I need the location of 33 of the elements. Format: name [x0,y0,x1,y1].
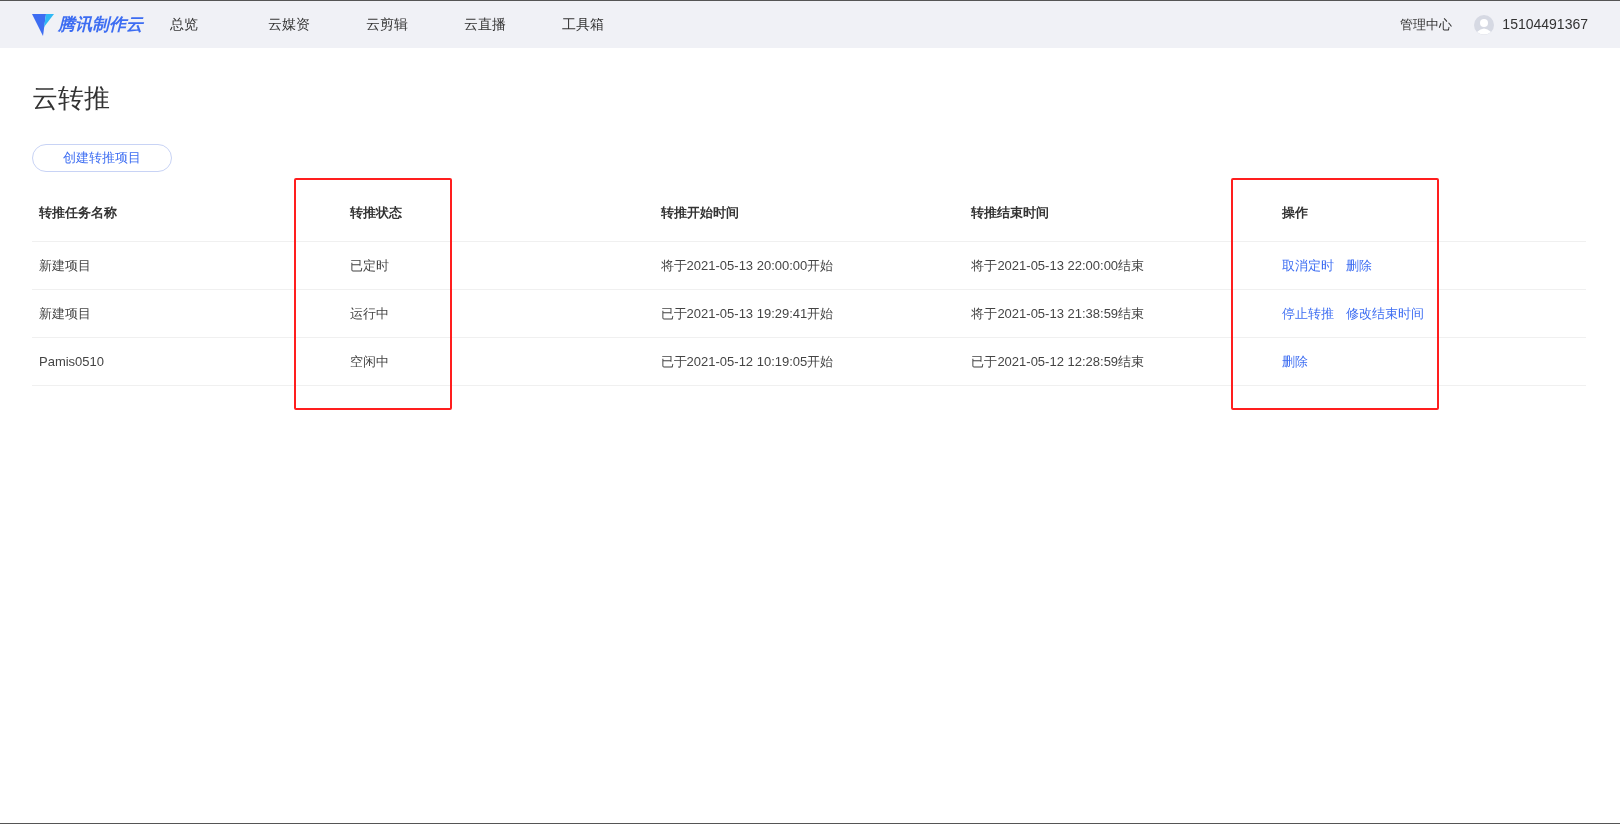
action-link[interactable]: 修改结束时间 [1346,303,1425,324]
column-header: 转推任务名称 [39,203,117,222]
column-header: 转推结束时间 [971,203,1050,222]
table-cell-text: 已于2021-05-13 19:29:41开始 [660,304,834,323]
table-cell-text: 运行中 [349,304,389,323]
table-cell-text: 空闲中 [349,352,389,371]
action-link[interactable]: 取消定时 [1282,255,1335,276]
nav-link[interactable]: 总览 [170,14,268,35]
avatar-icon[interactable] [1474,14,1495,35]
table-cell-text: 将于2021-05-13 21:38:59结束 [971,304,1145,323]
nav-link[interactable]: 工具箱 [562,14,660,35]
column-header: 操作 [1282,203,1309,222]
column-header: 转推开始时间 [660,203,739,222]
brand-name[interactable]: 腾讯制作云 [58,11,143,38]
table-cell-text: 将于2021-05-13 20:00:00开始 [660,256,834,275]
user-account-name[interactable]: 15104491367 [1502,14,1588,35]
nav-link[interactable]: 云剪辑 [366,14,464,35]
action-link[interactable]: 删除 [1346,255,1373,276]
table-cell-text: 新建项目 [39,304,91,323]
action-link[interactable]: 删除 [1282,351,1309,372]
action-link[interactable]: 停止转推 [1282,303,1335,324]
table-cell-text: 新建项目 [39,256,91,275]
table-cell-text: 已于2021-05-12 12:28:59结束 [971,352,1145,371]
table-cell-text: 将于2021-05-13 22:00:00结束 [971,256,1145,275]
nav-link[interactable]: 云直播 [464,14,562,35]
admin-center-link[interactable]: 管理中心 [1400,14,1453,35]
nav-link[interactable]: 云媒资 [268,14,366,35]
page-title: 云转推 [32,82,111,114]
table-cell-text: 已于2021-05-12 10:19:05开始 [660,352,834,371]
column-header: 转推状态 [349,203,402,222]
table-cell-text: 已定时 [349,256,389,275]
table-cell-text: Pamis0510 [39,352,105,371]
logo-icon [32,12,54,37]
